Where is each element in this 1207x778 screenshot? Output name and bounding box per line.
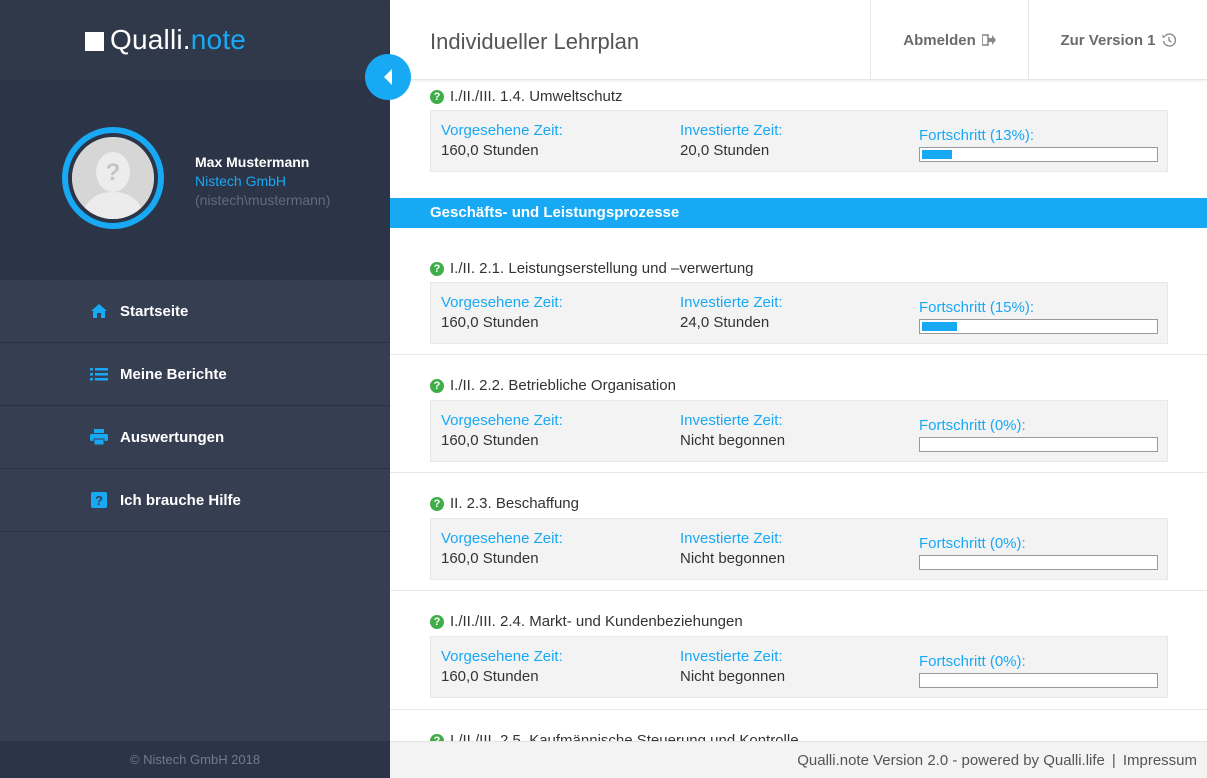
top-header: Individueller Lehrplan Abmelden Zur Vers… <box>390 0 1207 80</box>
sidebar-item-startseite[interactable]: Startseite <box>0 280 390 343</box>
planned-time-label: Vorgesehene Zeit: <box>441 530 563 547</box>
question-icon: ? <box>430 496 444 511</box>
progress-bar <box>919 319 1158 334</box>
sidebar-item-label: Meine Berichte <box>120 365 227 383</box>
planned-time-label: Vorgesehene Zeit: <box>441 122 563 139</box>
logo[interactable]: Qualli.note <box>0 0 390 80</box>
history-icon <box>1162 33 1176 47</box>
list-item: ? I./II./III. 1.4. Umweltschutz Vorgeseh… <box>390 80 1207 186</box>
logo-text: Qualli.note <box>110 24 247 55</box>
chevron-left-icon <box>384 69 392 85</box>
progress-bar <box>919 147 1158 162</box>
list-item: ? I./II. 2.2. Betriebliche Organisation … <box>390 355 1207 473</box>
invested-time-label: Investierte Zeit: <box>680 294 783 311</box>
item-title[interactable]: ? I./II./III. 2.5. Kaufmännische Steueru… <box>430 732 799 741</box>
list-item: ? I./II./III. 2.4. Markt- und Kundenbezi… <box>390 591 1207 710</box>
curriculum-list: ? I./II./III. 1.4. Umweltschutz Vorgeseh… <box>390 80 1207 741</box>
invested-time-value: Nicht begonnen <box>680 668 786 685</box>
invested-time-label: Investierte Zeit: <box>680 648 783 665</box>
question-icon: ? <box>430 378 444 393</box>
impressum-link[interactable]: Impressum <box>1123 752 1197 769</box>
user-login: (nistech\mustermann) <box>195 192 331 208</box>
sidebar-item-label: Startseite <box>120 302 189 320</box>
invested-time-value: 24,0 Stunden <box>680 314 770 331</box>
page-title: Individueller Lehrplan <box>430 29 640 54</box>
sidebar-item-auswertungen[interactable]: Auswertungen <box>0 406 390 469</box>
footer-separator: | <box>1111 751 1116 769</box>
planned-time-value: 160,0 Stunden <box>441 142 539 159</box>
planned-time-value: 160,0 Stunden <box>441 668 539 685</box>
question-icon: ? <box>430 89 444 104</box>
progress-bar <box>919 555 1158 570</box>
user-profile: ? Max Mustermann Nistech GmbH (nistech\m… <box>0 80 390 280</box>
sidebar-copyright: © Nistech GmbH 2018 <box>0 741 390 778</box>
help-icon: ? <box>90 491 108 509</box>
sidebar-item-label: Ich brauche Hilfe <box>120 491 241 509</box>
avatar: ? <box>62 127 164 229</box>
item-title[interactable]: ? I./II./III. 1.4. Umweltschutz <box>430 88 623 105</box>
sidebar-nav: Startseite Meine Berichte Auswertungen ?… <box>0 280 390 532</box>
progress-label: Fortschritt (0%): <box>919 653 1026 670</box>
invested-time-value: Nicht begonnen <box>680 550 786 567</box>
print-icon <box>90 428 108 446</box>
planned-time-value: 160,0 Stunden <box>441 314 539 331</box>
sign-out-icon <box>981 34 996 46</box>
collapse-sidebar-button[interactable] <box>365 54 411 100</box>
progress-label: Fortschritt (0%): <box>919 417 1026 434</box>
invested-time-label: Investierte Zeit: <box>680 122 783 139</box>
item-details: Vorgesehene Zeit: 160,0 Stunden Investier… <box>430 282 1168 344</box>
planned-time-value: 160,0 Stunden <box>441 432 539 449</box>
item-title[interactable]: ? I./II. 2.2. Betriebliche Organisation <box>430 377 676 394</box>
planned-time-label: Vorgesehene Zeit: <box>441 648 563 665</box>
item-details: Vorgesehene Zeit: 160,0 Stunden Investier… <box>430 636 1168 698</box>
progress-fill <box>922 322 957 331</box>
item-title[interactable]: ? II. 2.3. Beschaffung <box>430 495 579 512</box>
progress-label: Fortschritt (13%): <box>919 127 1035 144</box>
invested-time-label: Investierte Zeit: <box>680 412 783 429</box>
section-header: Geschäfts- und Leistungsprozesse <box>390 198 1207 228</box>
item-title[interactable]: ? I./II. 2.1. Leistungserstellung und –v… <box>430 260 754 277</box>
version-switch-button[interactable]: Zur Version 1 <box>1028 0 1207 80</box>
logout-button[interactable]: Abmelden <box>870 0 1028 80</box>
planned-time-label: Vorgesehene Zeit: <box>441 412 563 429</box>
user-company[interactable]: Nistech GmbH <box>195 173 286 189</box>
progress-label: Fortschritt (15%): <box>919 299 1035 316</box>
svg-text:?: ? <box>95 493 103 508</box>
progress-fill <box>922 150 952 159</box>
sidebar-item-meine-berichte[interactable]: Meine Berichte <box>0 343 390 406</box>
list-item: ? I./II. 2.1. Leistungserstellung und –v… <box>390 228 1207 355</box>
list-icon <box>90 365 108 383</box>
invested-time-value: 20,0 Stunden <box>680 142 770 159</box>
user-placeholder-icon: ? <box>72 137 154 219</box>
progress-bar <box>919 673 1158 688</box>
question-icon: ? <box>430 261 444 276</box>
question-icon: ? <box>430 733 444 741</box>
invested-time-value: Nicht begonnen <box>680 432 786 449</box>
sidebar-item-hilfe[interactable]: ? Ich brauche Hilfe <box>0 469 390 532</box>
home-icon <box>90 302 108 320</box>
user-name: Max Mustermann <box>195 154 310 170</box>
item-details: Vorgesehene Zeit: 160,0 Stunden Investier… <box>430 518 1168 580</box>
invested-time-label: Investierte Zeit: <box>680 530 783 547</box>
sidebar-item-label: Auswertungen <box>120 428 225 446</box>
svg-text:?: ? <box>106 159 121 186</box>
question-icon: ? <box>430 614 444 629</box>
progress-bar <box>919 437 1158 452</box>
page-footer: Qualli.note Version 2.0 - powered by Qua… <box>390 741 1207 778</box>
footer-powered-by: Qualli.note Version 2.0 - powered by Qua… <box>797 751 1105 769</box>
sidebar: Qualli.note ? Max Mustermann Nistech Gmb… <box>0 0 390 778</box>
item-details: Vorgesehene Zeit: 160,0 Stunden Investier… <box>430 400 1168 462</box>
item-details: Vorgesehene Zeit: 160,0 Stunden Investier… <box>430 110 1168 172</box>
list-item: ? I./II./III. 2.5. Kaufmännische Steueru… <box>390 710 1207 741</box>
item-title[interactable]: ? I./II./III. 2.4. Markt- und Kundenbezi… <box>430 613 743 630</box>
planned-time-value: 160,0 Stunden <box>441 550 539 567</box>
list-item: ? II. 2.3. Beschaffung Vorgesehene Zeit:… <box>390 473 1207 591</box>
planned-time-label: Vorgesehene Zeit: <box>441 294 563 311</box>
logo-square-icon <box>85 31 104 51</box>
progress-label: Fortschritt (0%): <box>919 535 1026 552</box>
